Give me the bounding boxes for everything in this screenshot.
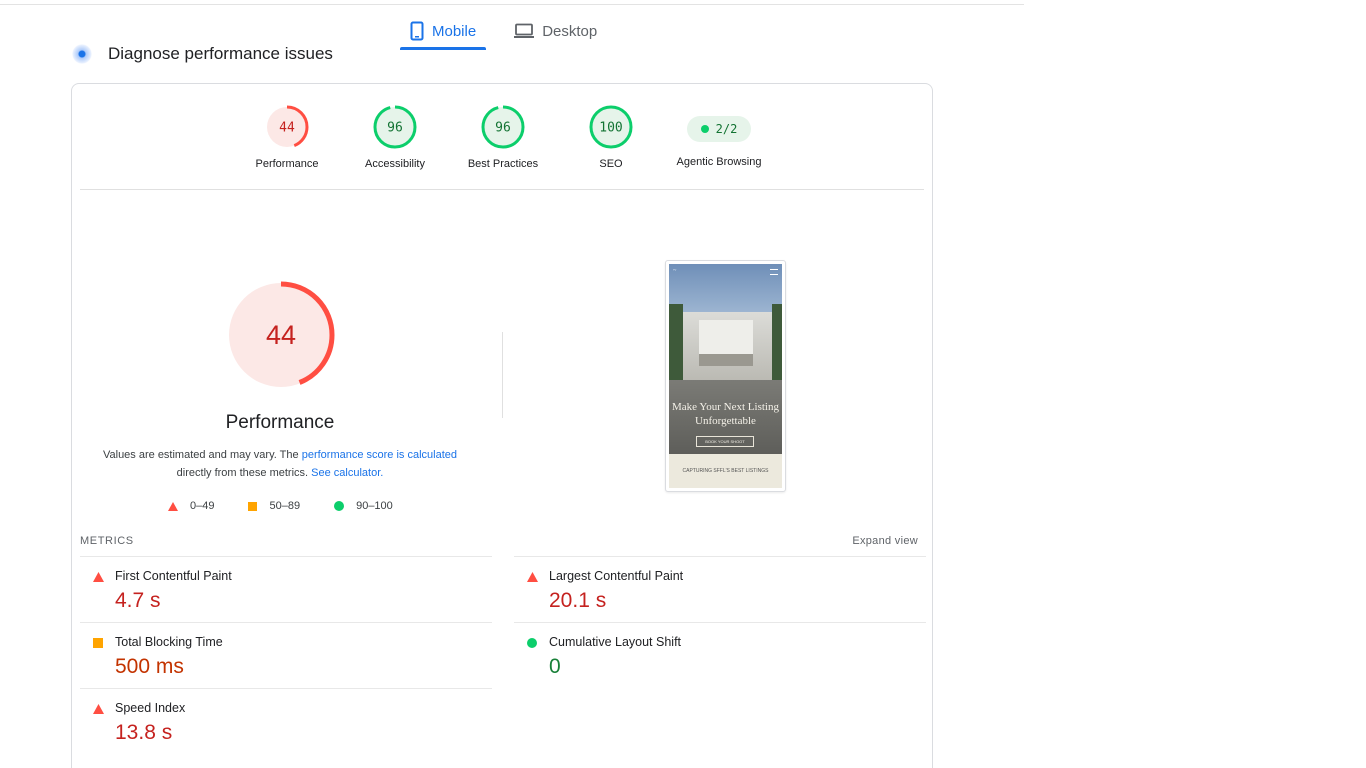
metric-value: 4.7 s	[115, 589, 161, 612]
see-calculator-link[interactable]: See calculator.	[311, 467, 383, 479]
vertical-divider	[502, 332, 503, 418]
note-text: Values are estimated and may vary. The	[102, 449, 302, 461]
gauge-ring: 100	[589, 105, 633, 149]
gauge-score: 44	[279, 121, 295, 136]
gauge-label: Performance	[255, 158, 319, 170]
page-screenshot[interactable]: ~ Make Your Next Listing Unforgettable B…	[665, 260, 786, 492]
gauge-label: SEO	[599, 158, 623, 170]
report-card: 44 Performance 96 Accessibility 96 Best …	[71, 83, 933, 768]
headline-line-2: Unforgettable	[695, 415, 756, 427]
metric-name: Speed Index	[115, 701, 186, 715]
metric-name: Largest Contentful Paint	[549, 569, 684, 583]
score-legend: 0–49 50–89 90–100	[168, 500, 393, 512]
legend-label: 90–100	[356, 500, 393, 512]
metric-tbt: Total Blocking Time 500 ms	[80, 622, 492, 688]
screenshot-house	[669, 312, 782, 386]
gauge-ring: 44	[265, 105, 309, 149]
note-text-2: directly from these metrics.	[176, 467, 312, 479]
gauge-ring: 96	[373, 105, 417, 149]
tab-desktop-label: Desktop	[542, 22, 598, 40]
score-calculated-link[interactable]: performance score is calculated	[302, 449, 457, 461]
fail-triangle-icon	[527, 572, 538, 582]
metrics-label: METRICS	[80, 535, 134, 547]
gauge-performance[interactable]: 44 Performance	[232, 104, 342, 170]
metric-lcp: Largest Contentful Paint 20.1 s	[514, 556, 926, 622]
performance-note: Values are estimated and may vary. The p…	[102, 446, 458, 482]
pass-dot-icon	[700, 125, 709, 133]
expand-view-button[interactable]: Expand view	[852, 535, 918, 547]
agentic-pill: 2/2	[687, 116, 751, 142]
average-square-icon	[93, 638, 103, 648]
metric-value: 20.1 s	[549, 589, 607, 612]
fail-triangle-icon	[93, 572, 104, 582]
screenshot-footer: CAPTURING SFFL'S BEST LISTINGS	[669, 454, 782, 488]
desktop-icon	[514, 23, 535, 38]
top-divider	[0, 4, 1024, 5]
sparkle-icon	[72, 44, 92, 64]
diagnose-header: Diagnose performance issues	[72, 44, 333, 64]
gauge-score: 100	[599, 121, 622, 136]
gauge-label: Accessibility	[365, 158, 425, 170]
screenshot-image: ~ Make Your Next Listing Unforgettable B…	[669, 264, 782, 488]
screenshot-trees-left	[669, 304, 683, 384]
triangle-icon	[168, 501, 178, 511]
agentic-score: 2/2	[715, 122, 738, 136]
gauge-ring: 96	[481, 105, 525, 149]
tab-desktop[interactable]: Desktop	[504, 14, 607, 48]
screenshot-headline: Make Your Next Listing Unforgettable	[669, 400, 782, 428]
metric-fcp: First Contentful Paint 4.7 s	[80, 556, 492, 622]
metric-value: 0	[549, 655, 561, 678]
device-tabs: Mobile Desktop	[400, 14, 607, 50]
gauge-label: Best Practices	[467, 158, 539, 170]
screenshot-cta: BOOK YOUR SHOOT	[696, 436, 754, 447]
section-title: Diagnose performance issues	[108, 44, 333, 63]
square-icon	[248, 501, 258, 511]
fail-triangle-icon	[93, 704, 104, 714]
metric-name: Total Blocking Time	[115, 635, 223, 649]
category-gauges: 44 Performance 96 Accessibility 96 Best …	[72, 104, 932, 190]
legend-pass: 90–100	[334, 500, 393, 512]
gauge-score: 96	[387, 121, 403, 136]
metric-speed-index: Speed Index 13.8 s	[80, 688, 492, 754]
metric-value: 13.8 s	[115, 721, 173, 744]
gauge-seo[interactable]: 100 SEO	[556, 104, 666, 170]
metric-name: Cumulative Layout Shift	[549, 635, 682, 649]
legend-label: 50–89	[269, 500, 301, 512]
gauge-score: 96	[495, 121, 511, 136]
pass-circle-icon	[527, 638, 537, 648]
tab-mobile-label: Mobile	[432, 22, 477, 40]
headline-line-1: Make Your Next Listing	[672, 401, 779, 413]
legend-fail: 0–49	[168, 500, 214, 512]
performance-title: Performance	[225, 412, 335, 433]
circle-icon	[334, 501, 345, 511]
legend-label: 0–49	[190, 500, 215, 512]
metric-value: 500 ms	[115, 655, 184, 678]
mobile-icon	[410, 21, 424, 41]
gauge-label: Agentic Browsing	[676, 156, 762, 168]
legend-average: 50–89	[248, 500, 300, 512]
gauge-accessibility[interactable]: 96 Accessibility	[340, 104, 450, 170]
metric-cls: Cumulative Layout Shift 0	[514, 622, 926, 688]
gauge-best-practices[interactable]: 96 Best Practices	[448, 104, 558, 170]
gauge-agentic-browsing[interactable]: 2/2 Agentic Browsing	[664, 104, 774, 168]
gauge-divider	[80, 189, 924, 190]
screenshot-logo: ~	[673, 268, 677, 274]
tab-mobile[interactable]: Mobile	[400, 14, 487, 50]
metric-name: First Contentful Paint	[115, 569, 232, 583]
performance-big-gauge: 44	[227, 281, 335, 389]
big-gauge-score: 44	[266, 320, 296, 350]
hamburger-icon	[770, 269, 778, 275]
screenshot-trees-right	[772, 304, 782, 384]
